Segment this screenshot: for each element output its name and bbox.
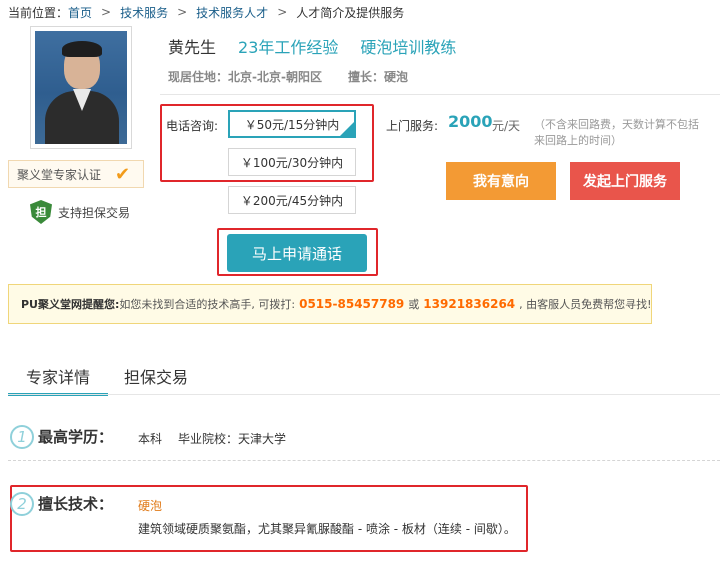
breadcrumb-separator: > <box>177 5 188 19</box>
photo-hair <box>62 41 102 57</box>
selected-check-icon <box>340 122 354 136</box>
tab-divider <box>8 394 720 395</box>
reminder-banner: PU聚义堂网提醒您: 如您未找到合适的技术高手, 可拨打: 0515-85457… <box>8 284 652 324</box>
breadcrumb-current: 人才简介及提供服务 <box>296 5 405 20</box>
phone-option-label: ￥200元/45分钟内 <box>240 193 344 208</box>
section-number-1: 1 <box>10 425 34 449</box>
tab-expert-details[interactable]: 专家详情 <box>8 364 108 396</box>
specialty-label: 擅长： <box>347 70 384 84</box>
expert-role: 硬泡培训教练 <box>360 38 457 57</box>
check-icon: ✔ <box>115 163 131 185</box>
breadcrumb-home-link[interactable]: 首页 <box>68 4 92 21</box>
skills-tag: 硬泡 <box>138 499 163 513</box>
shield-icon: 担 <box>30 200 52 224</box>
phone-option-30min[interactable]: ￥100元/30分钟内 <box>228 148 356 176</box>
expert-photo-image <box>35 31 127 144</box>
profile-meta: 现居住地： 北京-北京-朝阳区 擅长： 硬泡 <box>168 68 408 85</box>
reminder-or: 或 <box>408 298 420 311</box>
phone-option-label: ￥50元/15分钟内 <box>244 117 340 132</box>
breadcrumb-separator: > <box>101 5 112 19</box>
phone-option-45min[interactable]: ￥200元/45分钟内 <box>228 186 356 214</box>
education-school: 毕业院校：天津大学 <box>178 432 287 446</box>
home-service-unit: 元/天 <box>492 119 521 133</box>
reminder-text: 如您未找到合适的技术高手, 可拨打: <box>119 298 296 311</box>
cert-label: 聚义堂专家认证 <box>17 167 102 182</box>
reminder-title: PU聚义堂网提醒您: <box>21 298 120 311</box>
section-divider <box>8 460 720 461</box>
home-service-note: （不含来回路费，天数计算不包括来回路上的时间） <box>534 118 699 147</box>
education-title: 最高学历： <box>38 428 114 446</box>
phone-consult-label: 电话咨询: <box>166 119 219 133</box>
skills-title: 擅长技术： <box>38 495 114 513</box>
breadcrumb-tech-talent-link[interactable]: 技术服务人才 <box>196 4 268 21</box>
breadcrumb-prefix: 当前位置： <box>8 5 69 20</box>
tab-guarantee-trade[interactable]: 担保交易 <box>124 364 188 388</box>
guarantee-label: 支持担保交易 <box>58 205 131 220</box>
profile-header: 黄先生 23年工作经验 硬泡培训教练 <box>168 34 456 58</box>
phone-option-15min[interactable]: ￥50元/15分钟内 <box>228 110 356 138</box>
breadcrumb-separator: > <box>277 5 288 19</box>
location-value: 北京-北京-朝阳区 <box>228 70 322 84</box>
guarantee-support: 担 支持担保交易 <box>30 200 130 224</box>
breadcrumb-tech-service-link[interactable]: 技术服务 <box>120 4 168 21</box>
expert-cert-badge: 聚义堂专家认证 ✔ <box>8 160 144 188</box>
reminder-text-after: , 由客服人员免费帮您寻找! <box>519 298 652 311</box>
phone-option-label: ￥100元/30分钟内 <box>240 155 344 170</box>
interest-button[interactable]: 我有意向 <box>446 162 556 200</box>
home-service-price: 2000 <box>448 112 493 131</box>
specialty-value: 硬泡 <box>384 70 409 84</box>
breadcrumb: 当前位置： 首页 > 技术服务 > 技术服务人才 > 人才简介及提供服务 <box>8 3 404 21</box>
header-divider <box>160 94 720 95</box>
start-home-service-button[interactable]: 发起上门服务 <box>570 162 680 200</box>
location-label: 现居住地： <box>168 70 229 84</box>
expert-photo <box>30 26 132 149</box>
apply-call-button[interactable]: 马上申请通话 <box>227 234 367 272</box>
expert-name: 黄先生 <box>168 38 217 57</box>
education-degree: 本科 <box>138 432 163 446</box>
experience-years: 23年工作经验 <box>238 38 339 57</box>
reminder-phone-2: 13921836264 <box>423 297 516 311</box>
section-number-2: 2 <box>10 492 34 516</box>
reminder-phone-1: 0515-85457789 <box>299 297 405 311</box>
skills-description: 建筑领域硬质聚氨酯，尤其聚异氰脲酸酯 - 喷涂 - 板材（连续 - 间歇）。 <box>138 522 516 536</box>
home-service-label: 上门服务: <box>386 119 439 133</box>
